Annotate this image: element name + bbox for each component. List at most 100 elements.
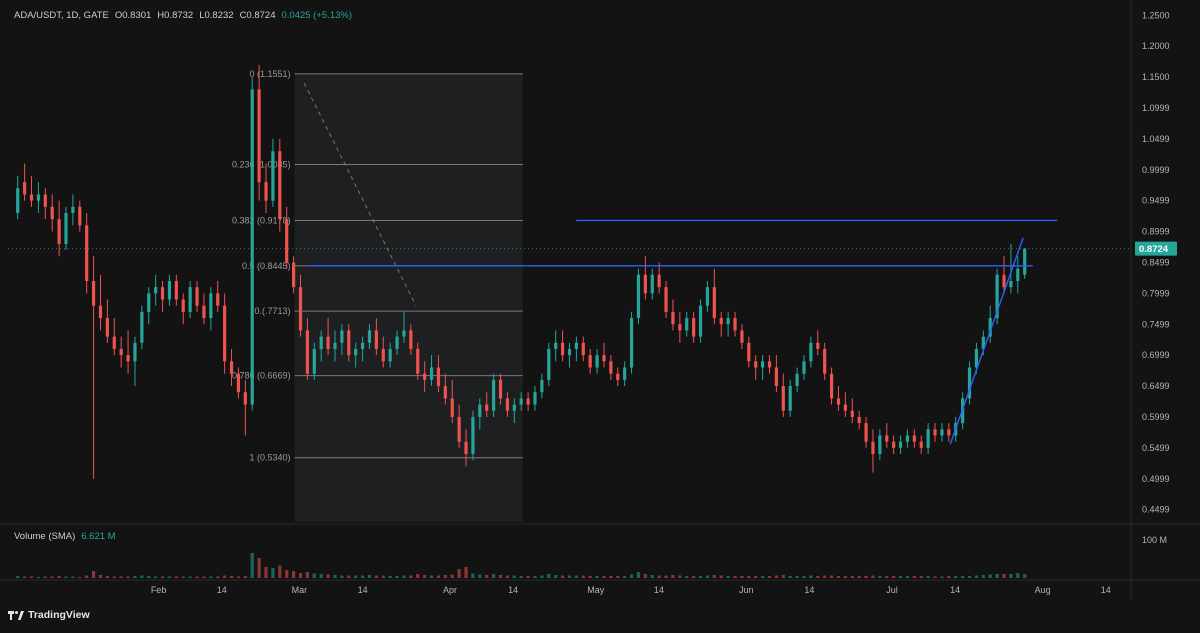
candle-body xyxy=(761,361,765,368)
candle-body xyxy=(636,274,641,319)
price-tick-label: 0.5999 xyxy=(1142,412,1170,422)
candle-body xyxy=(105,318,109,337)
time-tick-label: 14 xyxy=(217,585,227,595)
volume-bar xyxy=(464,567,468,578)
candle-body xyxy=(443,386,447,399)
time-tick-label: 14 xyxy=(804,585,814,595)
volume-legend: Volume (SMA) 6.621 M xyxy=(14,531,116,542)
volume-bar xyxy=(319,574,323,578)
candle-body xyxy=(740,330,744,343)
candle-body xyxy=(209,293,213,319)
volume-bar xyxy=(140,575,144,578)
candle-body xyxy=(940,429,944,436)
candle-body xyxy=(374,330,378,349)
candle-body xyxy=(298,287,303,331)
volume-bar xyxy=(795,576,799,578)
volume-bar xyxy=(512,575,516,578)
price-chart[interactable]: 0 (1.1551) 0.236 (1.0085) 0.382 (0.9178) 0.… xyxy=(0,0,1200,628)
candle-body xyxy=(271,151,275,201)
candle-body xyxy=(354,348,358,356)
fib-level-label: 1 (0.5340) xyxy=(250,453,291,463)
price-tick-label: 1.0499 xyxy=(1142,134,1170,144)
volume-bar xyxy=(1016,573,1020,578)
candle-body xyxy=(705,287,710,306)
candle-body xyxy=(119,348,123,356)
chart-window: 0 (1.1551) 0.236 (1.0085) 0.382 (0.9178) 0.… xyxy=(0,0,1200,628)
candle-body xyxy=(188,287,192,312)
candle-body xyxy=(788,386,792,411)
volume-bar xyxy=(560,575,565,578)
volume-value: 6.621 M xyxy=(81,531,116,542)
volume-bar xyxy=(257,558,261,578)
candle-body xyxy=(257,89,261,183)
candle-body xyxy=(823,348,827,374)
volume-bar xyxy=(333,575,337,578)
volume-bar xyxy=(429,575,434,578)
candle-body xyxy=(395,336,399,349)
candle-body xyxy=(160,287,165,300)
candle-body xyxy=(464,441,468,455)
volume-bar xyxy=(961,576,965,578)
candle-body xyxy=(492,379,496,411)
candle-body xyxy=(264,182,268,201)
candle-body xyxy=(388,348,392,362)
candle-body xyxy=(512,404,516,411)
volume-bar xyxy=(16,576,20,578)
tradingview-logo[interactable]: TradingView xyxy=(8,609,90,621)
symbol-label[interactable]: ADA/USDT, 1D, GATE xyxy=(14,10,109,21)
volume-bar xyxy=(71,576,75,578)
volume-bar xyxy=(98,575,103,578)
volume-bar xyxy=(898,576,903,578)
volume-bar xyxy=(788,576,792,578)
candle-body xyxy=(229,361,234,374)
volume-bar xyxy=(919,576,923,578)
candle-body xyxy=(616,373,620,380)
fib-zone-shade xyxy=(294,73,523,523)
candle-body xyxy=(243,392,247,405)
candle-body xyxy=(154,287,158,294)
volume-bar xyxy=(236,576,241,578)
volume-bar xyxy=(147,576,151,578)
time-tick-label: Feb xyxy=(151,585,167,595)
candle-body xyxy=(340,330,344,343)
price-tick-label: 0.8999 xyxy=(1142,227,1170,237)
volume-bar xyxy=(223,575,227,578)
volume-bar xyxy=(698,576,703,578)
candle-body xyxy=(402,330,406,337)
candle-body xyxy=(898,441,903,448)
candle-body xyxy=(926,429,930,448)
volume-bar xyxy=(892,576,896,578)
volume-bar xyxy=(878,576,882,578)
time-tick-label: Apr xyxy=(443,585,457,595)
volume-bar xyxy=(492,574,496,578)
volume-bar xyxy=(478,574,482,578)
volume-bar xyxy=(526,576,530,578)
candle-body xyxy=(1016,268,1020,281)
change-value: 0.0425 (+5.13%) xyxy=(281,10,352,21)
time-tick-label: Mar xyxy=(292,585,308,595)
volume-bar xyxy=(705,575,710,578)
candle-body xyxy=(864,423,868,442)
volume-bar xyxy=(23,576,27,578)
candle-body xyxy=(1009,280,1013,288)
volume-bar xyxy=(823,575,827,578)
candle-body xyxy=(519,398,523,405)
volume-bar xyxy=(871,575,875,578)
volume-bar xyxy=(629,574,634,578)
candle-body xyxy=(671,311,675,325)
candle-body xyxy=(43,194,47,207)
volume-bar xyxy=(305,572,309,578)
volume-bar xyxy=(678,575,682,578)
volume-bar xyxy=(726,576,730,578)
candle-body xyxy=(912,435,916,442)
candle-body xyxy=(223,305,227,362)
volume-axis-label: 100 M xyxy=(1142,535,1167,545)
candle-body xyxy=(140,311,144,343)
candle-body xyxy=(829,373,834,399)
fib-level-label: 0.(.7713) xyxy=(255,306,291,316)
volume-bar xyxy=(457,569,461,578)
candle-body xyxy=(774,367,778,387)
candle-body xyxy=(726,318,730,325)
candle-body xyxy=(85,225,89,281)
candle-body xyxy=(733,318,737,331)
